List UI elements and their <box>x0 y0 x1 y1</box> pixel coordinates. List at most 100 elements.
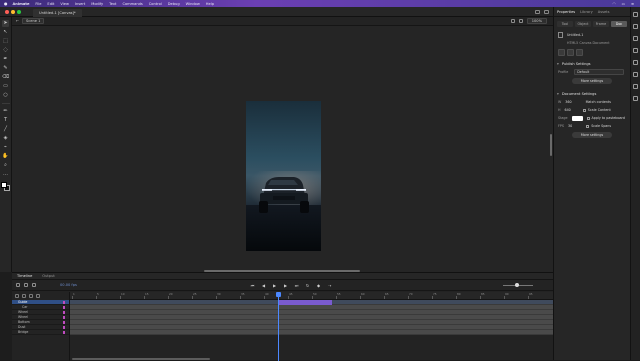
layer-color-tag[interactable] <box>63 330 65 334</box>
first-frame-icon[interactable]: ⏮ <box>250 283 255 288</box>
pen-tool-icon[interactable]: ✒ <box>2 56 9 63</box>
eyedropper-tool-icon[interactable]: ⌁ <box>2 144 9 151</box>
color-swatches[interactable] <box>1 182 10 191</box>
layer-row[interactable]: Bridge <box>12 330 69 335</box>
publish-settings-header[interactable]: ▾ Publish Settings <box>554 60 630 68</box>
menu-view[interactable]: View <box>60 2 69 6</box>
zoom-select[interactable]: 100% <box>526 18 547 24</box>
share-icon[interactable] <box>544 9 549 14</box>
playhead[interactable] <box>276 292 281 361</box>
tab-library[interactable]: Library <box>580 10 593 14</box>
subselection-tool-icon[interactable]: ↖ <box>2 29 9 36</box>
segment-frame[interactable]: Frame <box>593 21 609 27</box>
width-value[interactable]: 360 <box>565 100 571 104</box>
step-back-icon[interactable]: ◀ <box>261 283 266 288</box>
delete-layer-icon[interactable] <box>29 294 33 298</box>
line-tool-icon[interactable]: ╱ <box>2 126 9 133</box>
minimize-window-button[interactable] <box>11 9 15 14</box>
close-window-button[interactable] <box>5 9 9 14</box>
eraser-tool-icon[interactable]: ⌫ <box>2 74 9 81</box>
frames-grid[interactable]: 1 5 10 15 20 25 30 35 40 45 50 55 60 65 70 75 80 85 90 95 <box>70 292 553 361</box>
scene-selector[interactable]: ← Scene 1 <box>16 18 45 24</box>
insert-keyframe-icon[interactable]: ◆ <box>316 283 321 288</box>
layer-color-tag[interactable] <box>63 325 65 329</box>
match-contents-label[interactable]: Match contents <box>586 100 611 104</box>
clip-content-icon[interactable] <box>518 19 523 23</box>
document-settings-header[interactable]: ▾ Document Settings <box>554 90 630 98</box>
menu-insert[interactable]: Insert <box>75 2 85 6</box>
zoom-window-button[interactable] <box>17 9 21 14</box>
color-panel-icon[interactable] <box>633 48 638 53</box>
align-panel-icon[interactable] <box>633 60 638 65</box>
zoom-slider-thumb[interactable] <box>515 283 519 287</box>
more-tools-icon[interactable]: … <box>2 171 9 178</box>
more-settings-button-2[interactable]: More settings <box>572 132 612 138</box>
menu-app-name[interactable]: Animate <box>13 2 30 6</box>
actions-panel-icon[interactable] <box>633 96 638 101</box>
tab-timeline[interactable]: Timeline <box>12 274 37 278</box>
workspace-icon[interactable] <box>535 9 540 14</box>
stage-color-swatch[interactable] <box>571 115 583 121</box>
last-frame-icon[interactable]: ⏭ <box>294 283 299 288</box>
new-layer-icon[interactable] <box>15 294 19 298</box>
fps-readout[interactable]: 00.00 fps <box>60 283 77 287</box>
segment-object[interactable]: Object <box>575 21 591 27</box>
scale-spans-checkbox[interactable] <box>586 124 590 128</box>
back-arrow-icon[interactable]: ← <box>16 19 19 23</box>
lasso-tool-icon[interactable]: ◌ <box>2 47 9 54</box>
tab-properties[interactable]: Properties <box>557 10 575 14</box>
playhead-handle[interactable] <box>276 292 281 297</box>
height-value[interactable]: 640 <box>564 108 570 112</box>
onion-skin-icon[interactable] <box>32 283 36 287</box>
layer-color-tag[interactable] <box>63 300 65 304</box>
timeline-zoom-slider[interactable] <box>503 283 533 287</box>
paint-bucket-tool-icon[interactable]: ◈ <box>2 135 9 142</box>
publish-icon[interactable] <box>567 48 574 56</box>
menu-debug[interactable]: Debug <box>168 2 180 6</box>
stage-artboard[interactable] <box>246 101 321 251</box>
zoom-tool-icon[interactable]: ⌕ <box>2 162 9 169</box>
menu-commands[interactable]: Commands <box>122 2 142 6</box>
canvas-area[interactable] <box>12 26 553 272</box>
menu-control[interactable]: Control <box>149 2 162 6</box>
menu-edit[interactable]: Edit <box>47 2 54 6</box>
menu-modify[interactable]: Modify <box>91 2 103 6</box>
layer-color-tag[interactable] <box>63 320 65 324</box>
hand-tool-icon[interactable]: ✋ <box>2 153 9 160</box>
center-stage-icon[interactable] <box>510 19 515 23</box>
fps-value[interactable]: 30 <box>568 124 572 128</box>
transform-panel-icon[interactable] <box>633 72 638 77</box>
camera-icon[interactable] <box>16 283 20 287</box>
wifi-icon[interactable]: ◠ <box>612 2 615 6</box>
oval-tool-icon[interactable]: ○ <box>2 92 9 99</box>
brush-tool-icon[interactable]: ✎ <box>2 65 9 72</box>
loop-icon[interactable]: ↻ <box>305 283 310 288</box>
apple-icon[interactable]: ● <box>4 1 8 6</box>
fill-color-swatch[interactable] <box>1 182 7 188</box>
menu-help[interactable]: Help <box>206 2 214 6</box>
layer-color-tag[interactable] <box>63 305 65 309</box>
tab-assets[interactable]: Assets <box>598 10 610 14</box>
step-forward-icon[interactable]: ▶ <box>283 283 288 288</box>
rectangle-tool-icon[interactable]: ▭ <box>2 83 9 90</box>
components-panel-icon[interactable] <box>633 84 638 89</box>
selection-tool-icon[interactable]: ➤ <box>2 20 9 27</box>
apply-pasteboard-checkbox[interactable] <box>586 116 590 120</box>
free-transform-tool-icon[interactable]: ⬚ <box>2 38 9 45</box>
frame-track[interactable] <box>70 330 553 335</box>
frame-ruler[interactable]: 1 5 10 15 20 25 30 35 40 45 50 55 60 65 70 75 80 85 90 95 <box>70 292 553 300</box>
scale-content-checkbox[interactable] <box>582 108 586 112</box>
play-icon[interactable]: ▶ <box>272 283 277 288</box>
pencil-tool-icon[interactable]: ✏ <box>2 108 9 115</box>
menu-file[interactable]: File <box>35 2 41 6</box>
profile-select[interactable]: Default <box>574 69 625 75</box>
new-folder-icon[interactable] <box>22 294 26 298</box>
battery-icon[interactable]: ▭ <box>622 2 625 6</box>
layer-depth-icon[interactable] <box>24 283 28 287</box>
control-center-icon[interactable]: ≡ <box>631 2 634 6</box>
properties-panel-icon[interactable] <box>633 12 638 17</box>
text-tool-icon[interactable]: T <box>2 117 9 124</box>
segment-tool[interactable]: Tool <box>557 21 573 27</box>
document-settings-icon[interactable] <box>558 48 565 56</box>
menu-window[interactable]: Window <box>186 2 200 6</box>
